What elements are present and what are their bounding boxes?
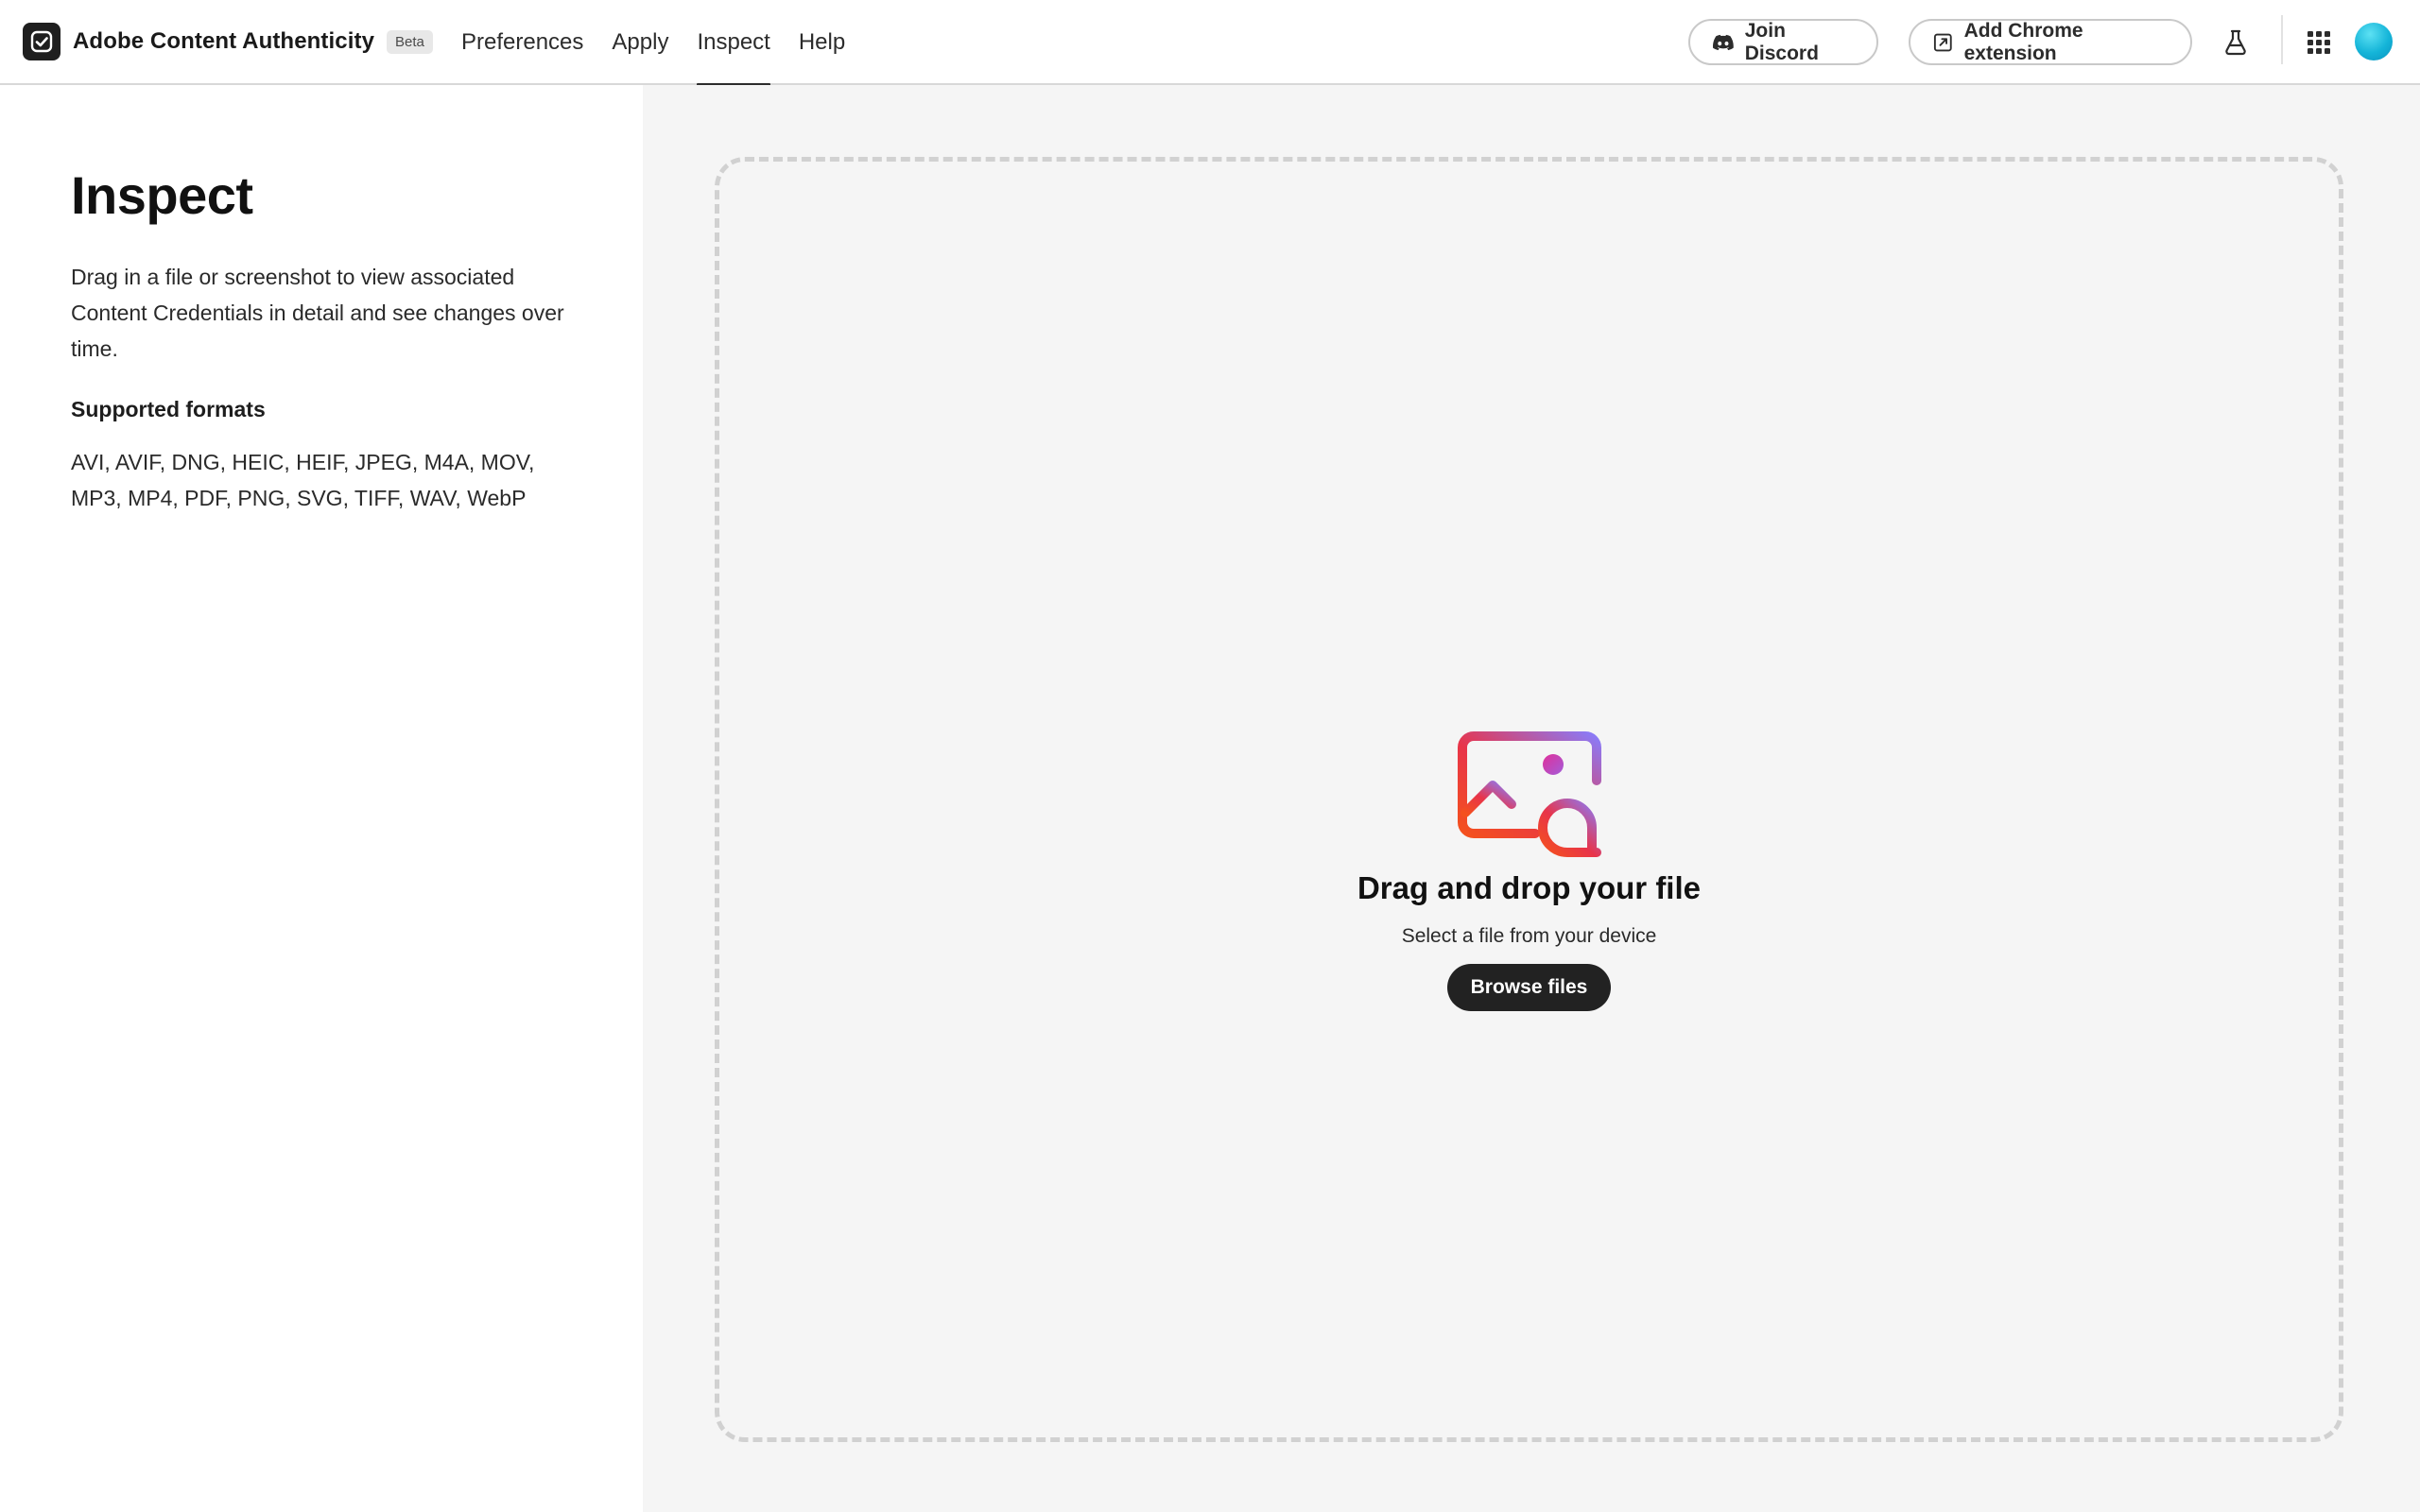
add-chrome-extension-button[interactable]: Add Chrome extension <box>1909 19 2192 65</box>
checkmark-badge-icon <box>23 23 60 60</box>
image-upload-icon <box>1457 731 1601 857</box>
browse-files-button[interactable]: Browse files <box>1446 964 1612 1011</box>
page-description: Drag in a file or screenshot to view ass… <box>71 265 564 361</box>
join-discord-button[interactable]: Join Discord <box>1688 19 1878 65</box>
top-bar: Adobe Content Authenticity Beta Preferen… <box>0 0 2420 87</box>
dropzone-subtitle: Select a file from your device <box>1401 925 1657 947</box>
discord-icon <box>1713 34 1734 50</box>
main-nav: Preferences Apply Inspect Help <box>461 0 873 87</box>
nav-apply[interactable]: Apply <box>612 0 668 85</box>
add-chrome-extension-label: Add Chrome extension <box>1963 19 2083 64</box>
nav-help[interactable]: Help <box>799 0 845 85</box>
nav-inspect[interactable]: Inspect <box>697 0 771 87</box>
beta-badge: Beta <box>387 29 433 54</box>
inspect-info-panel: Inspect Drag in a file or screenshot to … <box>0 85 643 1512</box>
avatar[interactable] <box>2355 23 2393 60</box>
page-title: Inspect <box>71 165 253 225</box>
dropzone-content: Drag and drop your file Select a file fr… <box>719 729 2339 1011</box>
external-arrow-icon <box>1933 33 1952 51</box>
upload-area: Drag and drop your file Select a file fr… <box>643 85 2420 1512</box>
labs-button[interactable] <box>2216 23 2256 62</box>
app-name: Adobe Content Authenticity <box>73 28 375 54</box>
supported-formats-list: AVI, AVIF, DNG, HEIC, HEIF, JPEG, M4A, M… <box>71 450 535 510</box>
apps-button[interactable] <box>2299 23 2339 62</box>
brand[interactable]: Adobe Content Authenticity Beta <box>23 23 433 60</box>
header-divider <box>2281 15 2283 64</box>
app-grid-icon <box>2308 31 2330 54</box>
file-dropzone[interactable]: Drag and drop your file Select a file fr… <box>715 157 2343 1442</box>
flask-icon <box>2225 29 2246 56</box>
dropzone-title: Drag and drop your file <box>1357 870 1702 905</box>
supported-formats-heading: Supported formats <box>71 397 266 421</box>
nav-preferences[interactable]: Preferences <box>461 0 583 85</box>
join-discord-label: Join Discord <box>1744 19 1819 64</box>
